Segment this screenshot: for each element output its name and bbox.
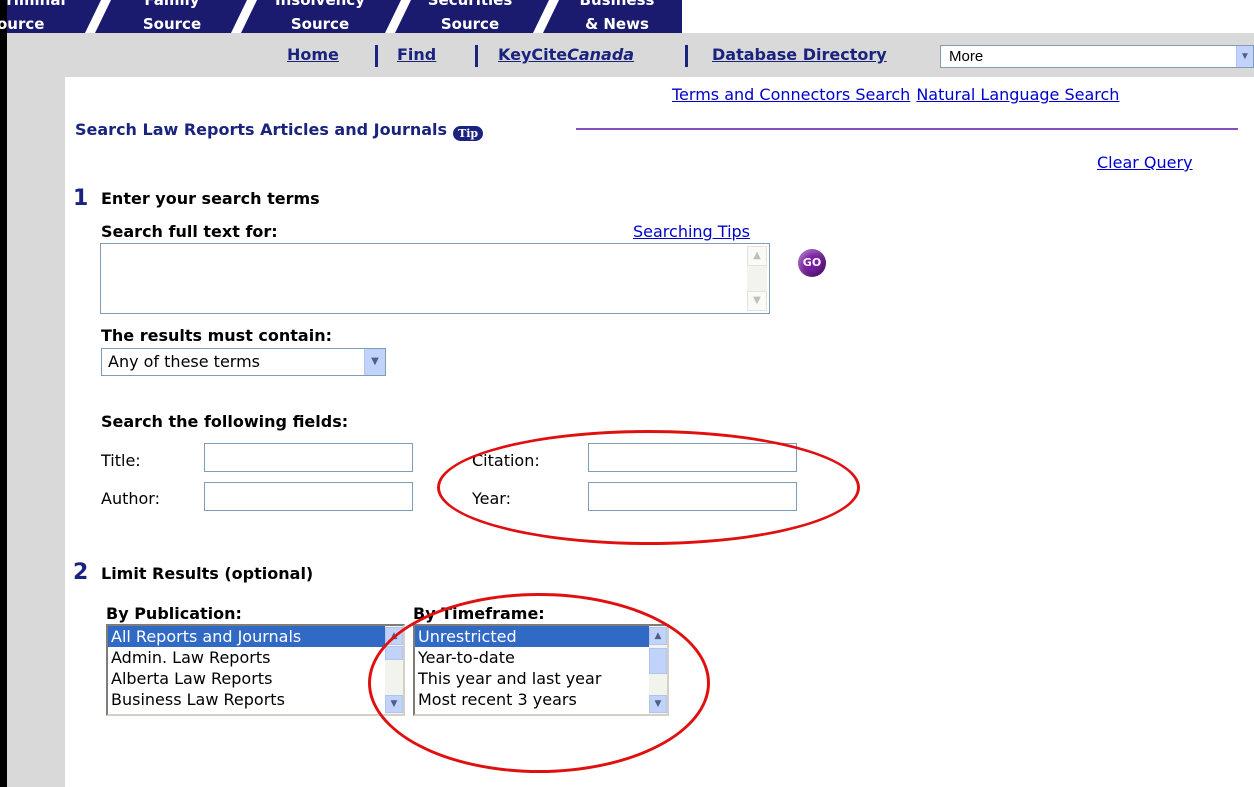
- go-button[interactable]: GO: [798, 249, 826, 277]
- tab-label: Source: [142, 15, 202, 33]
- search-full-text-label: Search full text for:: [101, 222, 278, 241]
- main-nav-bar: Home Find KeyCiteCanada Database Directo…: [7, 33, 1254, 77]
- page-title: Search Law Reports Articles and Journals…: [75, 120, 484, 141]
- nav-database-directory-link[interactable]: Database Directory: [712, 45, 887, 64]
- searching-tips-link[interactable]: Searching Tips: [633, 222, 750, 241]
- citation-field-label: Citation:: [472, 451, 540, 470]
- list-item[interactable]: Alberta Law Reports: [108, 668, 403, 689]
- tab-business-news[interactable]: Business & News: [557, 0, 677, 33]
- author-field-label: Author:: [101, 489, 160, 508]
- nav-separator: [475, 45, 478, 67]
- terms-connectors-search-link[interactable]: Terms and Connectors Search: [672, 85, 910, 104]
- scroll-up-icon[interactable]: ▲: [385, 627, 403, 645]
- nav-home-link[interactable]: Home: [287, 45, 339, 64]
- list-item[interactable]: Unrestricted: [415, 626, 667, 647]
- step-1-number: 1: [73, 186, 89, 211]
- scroll-up-icon[interactable]: ▲: [747, 246, 767, 266]
- search-mode-links: Terms and Connectors Search Natural Langu…: [672, 85, 1125, 104]
- publication-listbox[interactable]: All Reports and Journals Admin. Law Repo…: [106, 624, 405, 716]
- tab-family-source[interactable]: Family Source: [117, 0, 227, 33]
- step-2-title: Limit Results (optional): [101, 564, 314, 583]
- results-must-contain-value: Any of these terms: [108, 352, 261, 371]
- nav-separator: [375, 45, 378, 67]
- year-field-label: Year:: [472, 489, 511, 508]
- page-left-border: [0, 0, 7, 787]
- scroll-down-icon[interactable]: ▼: [385, 695, 403, 713]
- by-timeframe-label: By Timeframe:: [413, 604, 545, 623]
- nav-find-link[interactable]: Find: [397, 45, 436, 64]
- citation-field[interactable]: [588, 443, 797, 472]
- step-1-title: Enter your search terms: [101, 189, 320, 208]
- publication-scrollbar[interactable]: ▲ ▼: [385, 626, 403, 714]
- search-text-input[interactable]: ▲ ▼: [100, 243, 770, 314]
- author-field[interactable]: [204, 482, 413, 511]
- keycite-suffix: Canada: [567, 45, 635, 64]
- list-item[interactable]: Year-to-date: [415, 647, 667, 668]
- tab-label: Source: [440, 15, 500, 33]
- scroll-thumb[interactable]: [649, 648, 667, 674]
- more-dropdown-value: More: [949, 48, 984, 65]
- tab-label: Source: [290, 15, 350, 33]
- scroll-up-icon[interactable]: ▲: [649, 627, 667, 645]
- heading-divider: [576, 128, 1238, 130]
- year-field[interactable]: [588, 482, 797, 511]
- results-must-contain-label: The results must contain:: [101, 326, 332, 345]
- scroll-down-icon[interactable]: ▼: [649, 695, 667, 713]
- tab-label: ource: [0, 15, 45, 33]
- list-item[interactable]: Most recent 3 years: [415, 689, 667, 710]
- chevron-down-icon[interactable]: ▼: [1236, 46, 1253, 67]
- nav-keycite-link[interactable]: KeyCiteCanada: [498, 45, 634, 64]
- clear-query-link[interactable]: Clear Query: [1097, 153, 1193, 172]
- list-item[interactable]: Business Law Reports: [108, 689, 403, 710]
- tab-securities-source[interactable]: Securities Source: [407, 0, 533, 33]
- title-field-label: Title:: [101, 451, 141, 470]
- tab-criminal-source[interactable]: riminal ource: [0, 0, 75, 33]
- by-publication-label: By Publication:: [106, 604, 242, 623]
- more-dropdown[interactable]: More ▼: [940, 45, 1254, 68]
- textarea-scrollbar[interactable]: ▲ ▼: [747, 246, 767, 311]
- search-fields-label: Search the following fields:: [101, 412, 349, 431]
- tab-label: & News: [585, 15, 649, 33]
- keycite-prefix: KeyCite: [498, 45, 568, 64]
- timeframe-listbox[interactable]: Unrestricted Year-to-date This year and …: [413, 624, 669, 716]
- list-item[interactable]: Admin. Law Reports: [108, 647, 403, 668]
- step-2-number: 2: [73, 560, 89, 585]
- tab-insolvency-source[interactable]: Insolvency Source: [257, 0, 383, 33]
- chevron-down-icon[interactable]: ▼: [364, 349, 385, 375]
- product-tab-bar: riminal ource Family Source Insolvency S…: [0, 0, 1254, 33]
- timeframe-scrollbar[interactable]: ▲ ▼: [649, 626, 667, 714]
- scroll-thumb[interactable]: [385, 646, 403, 660]
- nav-separator: [685, 45, 688, 67]
- scroll-down-icon[interactable]: ▼: [747, 291, 767, 311]
- left-gutter: [7, 77, 65, 787]
- tip-icon[interactable]: Tip: [453, 126, 484, 141]
- natural-language-search-link[interactable]: Natural Language Search: [916, 85, 1119, 104]
- list-item[interactable]: This year and last year: [415, 668, 667, 689]
- list-item[interactable]: All Reports and Journals: [108, 626, 403, 647]
- title-field[interactable]: [204, 443, 413, 472]
- results-must-contain-select[interactable]: Any of these terms ▼: [101, 348, 386, 376]
- page-title-text: Search Law Reports Articles and Journals: [75, 120, 448, 139]
